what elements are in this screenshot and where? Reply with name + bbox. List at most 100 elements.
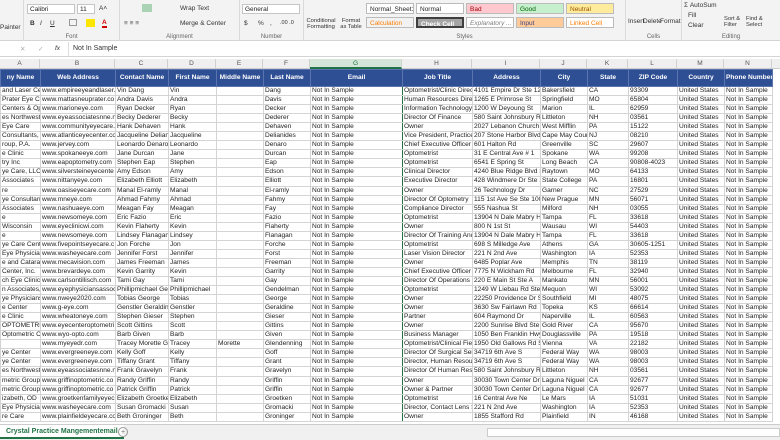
font-color-icon[interactable]: A [102,19,107,28]
last-name-cell[interactable]: Denaro [263,140,311,151]
last-name-cell[interactable]: Gittins [263,321,311,332]
merge-center-button[interactable]: Merge & Center [180,20,226,27]
country-cell[interactable]: United States [677,411,725,422]
middle-name-cell[interactable] [216,122,264,133]
city-cell[interactable]: Washington [540,402,588,413]
country-cell[interactable]: United States [677,194,725,205]
web-cell[interactable]: www.oasiseyecare.com [40,185,116,196]
state-cell[interactable]: CA [587,321,629,332]
country-cell[interactable]: United States [677,402,725,413]
job-title-cell[interactable]: Chief Executive Officer [402,266,473,277]
zip-cell[interactable]: 56001 [628,275,678,287]
middle-name-cell[interactable] [216,321,264,332]
zip-cell[interactable]: 33618 [628,230,678,241]
address-cell[interactable]: 698 S Milledge Ave [472,239,541,250]
country-cell[interactable]: United States [677,212,725,223]
address-cell[interactable]: 428 Windmere Dr Ste 10 [472,176,541,187]
phone-cell[interactable]: Not In Sample [724,366,773,377]
enter-icon[interactable]: ✓ [38,45,43,53]
middle-name-cell[interactable] [216,85,264,97]
state-cell[interactable]: VA [587,339,629,350]
last-name-cell[interactable]: Fahmy [263,194,311,205]
last-name-cell[interactable]: Grant [263,357,311,368]
first-name-cell[interactable]: Susan [168,402,217,413]
last-name-cell[interactable]: Eap [263,158,311,169]
column-header-i[interactable]: I [472,59,540,69]
phone-cell[interactable]: Not In Sample [724,95,773,106]
country-cell[interactable]: United States [677,131,725,142]
web-cell[interactable]: www.brevardeye.com [40,266,116,277]
company-cell[interactable]: e [0,230,41,241]
contact-cell[interactable]: Kevin Flaherty [115,221,169,232]
zip-cell[interactable]: 30605-1251 [628,239,678,250]
email-cell[interactable]: Not In Sample [310,149,403,160]
zip-cell[interactable]: 03561 [628,113,678,124]
zip-cell[interactable]: 03561 [628,366,678,377]
contact-cell[interactable]: Kevin Garrity [115,266,169,277]
delete-button[interactable]: Delete [643,18,662,25]
country-cell[interactable]: United States [677,321,725,332]
state-cell[interactable]: PA [587,122,629,133]
country-cell[interactable]: United States [677,203,725,214]
state-cell[interactable]: NC [587,185,629,196]
column-header-a[interactable]: A [0,59,40,69]
phone-cell[interactable]: Not In Sample [724,285,773,296]
zip-cell[interactable]: 16801 [628,176,678,187]
first-name-cell[interactable]: Manal [168,185,217,196]
email-cell[interactable]: Not In Sample [310,312,403,323]
web-cell[interactable]: www.eyeclinicwi.com [40,221,116,232]
job-title-cell[interactable]: Business Manager [402,330,473,341]
email-cell[interactable]: Not In Sample [310,402,403,413]
city-cell[interactable]: Laguna Niguel [540,384,588,395]
contact-cell[interactable]: Elizabeth Elliott [115,176,169,187]
last-name-cell[interactable]: Groninger [263,411,311,422]
web-cell[interactable]: www.eyecenteroptometri [40,321,116,332]
contact-cell[interactable]: Meagan Fay [115,203,169,214]
middle-name-cell[interactable] [216,167,264,178]
bold-button[interactable]: B [30,20,35,27]
first-name-cell[interactable]: Tami [168,275,217,287]
column-header-f[interactable]: F [263,59,310,69]
state-cell[interactable]: NH [587,203,629,214]
web-cell[interactable]: www.eyeassociatesnne.n [40,113,116,124]
column-header-b[interactable]: B [40,59,115,69]
state-cell[interactable]: NH [587,366,629,377]
email-cell[interactable]: Not In Sample [310,375,403,386]
last-name-cell[interactable]: Elliott [263,176,311,187]
middle-name-cell[interactable] [216,285,264,296]
address-cell[interactable]: 800 N 1st St [472,221,541,232]
web-cell[interactable]: www.communityeyecare. [40,122,116,133]
middle-name-cell[interactable] [216,348,264,359]
web-cell[interactable]: www.nittanyeye.com [40,176,116,187]
font-size-select[interactable]: 11 [77,4,95,14]
email-cell[interactable]: Not In Sample [310,203,403,214]
state-cell[interactable]: SC [587,140,629,151]
state-cell[interactable]: GA [587,239,629,250]
phone-cell[interactable]: Not In Sample [724,185,773,196]
middle-name-cell[interactable] [216,411,264,422]
phone-cell[interactable]: Not In Sample [724,113,773,124]
first-name-cell[interactable]: Stephen [168,158,217,169]
sort-filter-button[interactable]: Sort & Filter [724,16,744,28]
contact-cell[interactable]: Beth Groninger [115,411,169,422]
city-cell[interactable]: Federal Way [540,357,588,368]
last-name-cell[interactable]: Durcan [263,149,311,160]
job-title-cell[interactable]: Owner [402,375,473,386]
first-name-cell[interactable]: Elizabeth [168,176,217,187]
company-cell[interactable]: ye Care Cente [0,239,41,250]
company-cell[interactable]: Associates [0,203,41,214]
middle-name-cell[interactable] [216,248,264,259]
fill-color-icon[interactable] [86,19,95,27]
phone-cell[interactable]: Not In Sample [724,149,773,160]
address-cell[interactable]: 26 Technology Dr [472,185,541,196]
country-cell[interactable]: United States [677,149,725,160]
first-name-cell[interactable]: Patrick [168,384,217,395]
job-title-cell[interactable]: Owner [402,185,473,196]
job-title-cell[interactable]: Human Resources Directo [402,95,473,106]
contact-cell[interactable]: Tiffany Grant [115,357,169,368]
zip-cell[interactable]: 19518 [628,330,678,341]
state-cell[interactable]: CA [587,85,629,97]
middle-name-cell[interactable] [216,212,264,223]
wrap-text-button[interactable]: Wrap Text [180,5,209,12]
job-title-cell[interactable]: Owner [402,122,473,133]
